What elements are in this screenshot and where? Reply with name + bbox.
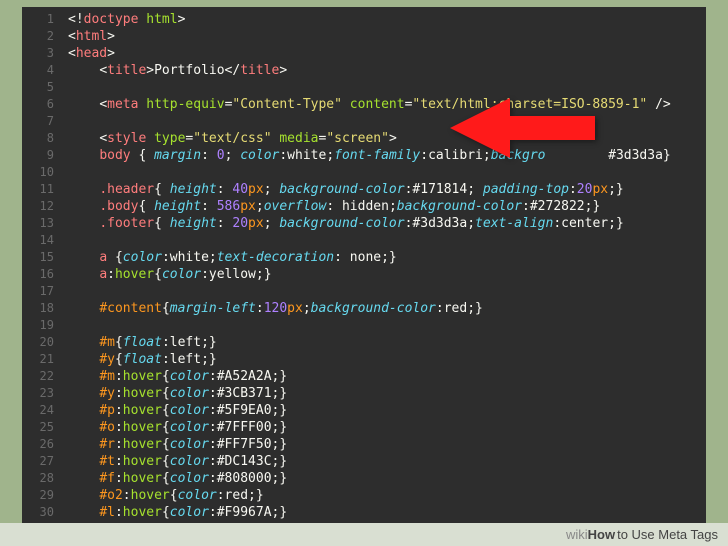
line-number: 24 [22, 402, 64, 419]
code-line: .body{ height: 586px;overflow: hidden;ba… [64, 198, 706, 215]
line-number: 14 [22, 232, 64, 249]
line-number: 18 [22, 300, 64, 317]
line-number: 9 [22, 147, 64, 164]
code-line: a {color:white;text-decoration: none;} [64, 249, 706, 266]
code-line: #t:hover{color:#DC143C;} [64, 453, 706, 470]
code-line: <title>Portfolio</title> [64, 62, 706, 79]
line-number: 25 [22, 419, 64, 436]
code-line: .header{ height: 40px; background-color:… [64, 181, 706, 198]
code-editor: 1234567891011121314151617181920212223242… [22, 7, 706, 523]
footer-bar: wikiHow to Use Meta Tags [0, 523, 728, 546]
line-gutter: 1234567891011121314151617181920212223242… [22, 7, 64, 523]
code-line: #m:hover{color:#A52A2A;} [64, 368, 706, 385]
code-line: <meta http-equiv="Content-Type" content=… [64, 96, 706, 113]
pointer-arrow [450, 88, 600, 192]
code-line: #content{margin-left:120px;background-co… [64, 300, 706, 317]
line-number: 20 [22, 334, 64, 351]
line-number: 12 [22, 198, 64, 215]
line-number: 8 [22, 130, 64, 147]
line-number: 19 [22, 317, 64, 334]
code-line: .footer{ height: 20px; background-color:… [64, 215, 706, 232]
code-line: <!doctype html> [64, 11, 706, 28]
line-number: 1 [22, 11, 64, 28]
line-number: 3 [22, 45, 64, 62]
line-number: 22 [22, 368, 64, 385]
line-number: 21 [22, 351, 64, 368]
line-number: 23 [22, 385, 64, 402]
code-line: <html> [64, 28, 706, 45]
code-line [64, 317, 706, 334]
line-number: 26 [22, 436, 64, 453]
code-line: <head> [64, 45, 706, 62]
line-number: 29 [22, 487, 64, 504]
code-area: <!doctype html><html><head> <title>Portf… [64, 7, 706, 523]
code-line: #o:hover{color:#7FFF00;} [64, 419, 706, 436]
line-number: 17 [22, 283, 64, 300]
code-line: #o2:hover{color:red;} [64, 487, 706, 504]
footer-wiki: wiki [566, 527, 588, 542]
code-line [64, 232, 706, 249]
line-number: 4 [22, 62, 64, 79]
line-number: 30 [22, 504, 64, 521]
line-number: 16 [22, 266, 64, 283]
code-line [64, 164, 706, 181]
code-line: #f:hover{color:#808000;} [64, 470, 706, 487]
line-number: 11 [22, 181, 64, 198]
code-line: #m{float:left;} [64, 334, 706, 351]
code-line: a:hover{color:yellow;} [64, 266, 706, 283]
line-number: 13 [22, 215, 64, 232]
line-number: 7 [22, 113, 64, 130]
line-number: 15 [22, 249, 64, 266]
line-number: 27 [22, 453, 64, 470]
code-line [64, 283, 706, 300]
code-line [64, 113, 706, 130]
line-number: 2 [22, 28, 64, 45]
code-line [64, 79, 706, 96]
line-number: 5 [22, 79, 64, 96]
code-line: body { margin: 0; color:white;font-famil… [64, 147, 706, 164]
code-line: #p:hover{color:#5F9EA0;} [64, 402, 706, 419]
footer-how: How [588, 527, 615, 542]
code-line: #y{float:left;} [64, 351, 706, 368]
code-line: #l:hover{color:#F9967A;} [64, 504, 706, 521]
code-line: #r:hover{color:#FF7F50;} [64, 436, 706, 453]
footer-title: to Use Meta Tags [617, 527, 718, 542]
code-line: <style type="text/css" media="screen"> [64, 130, 706, 147]
line-number: 6 [22, 96, 64, 113]
line-number: 10 [22, 164, 64, 181]
line-number: 28 [22, 470, 64, 487]
code-line: #y:hover{color:#3CB371;} [64, 385, 706, 402]
